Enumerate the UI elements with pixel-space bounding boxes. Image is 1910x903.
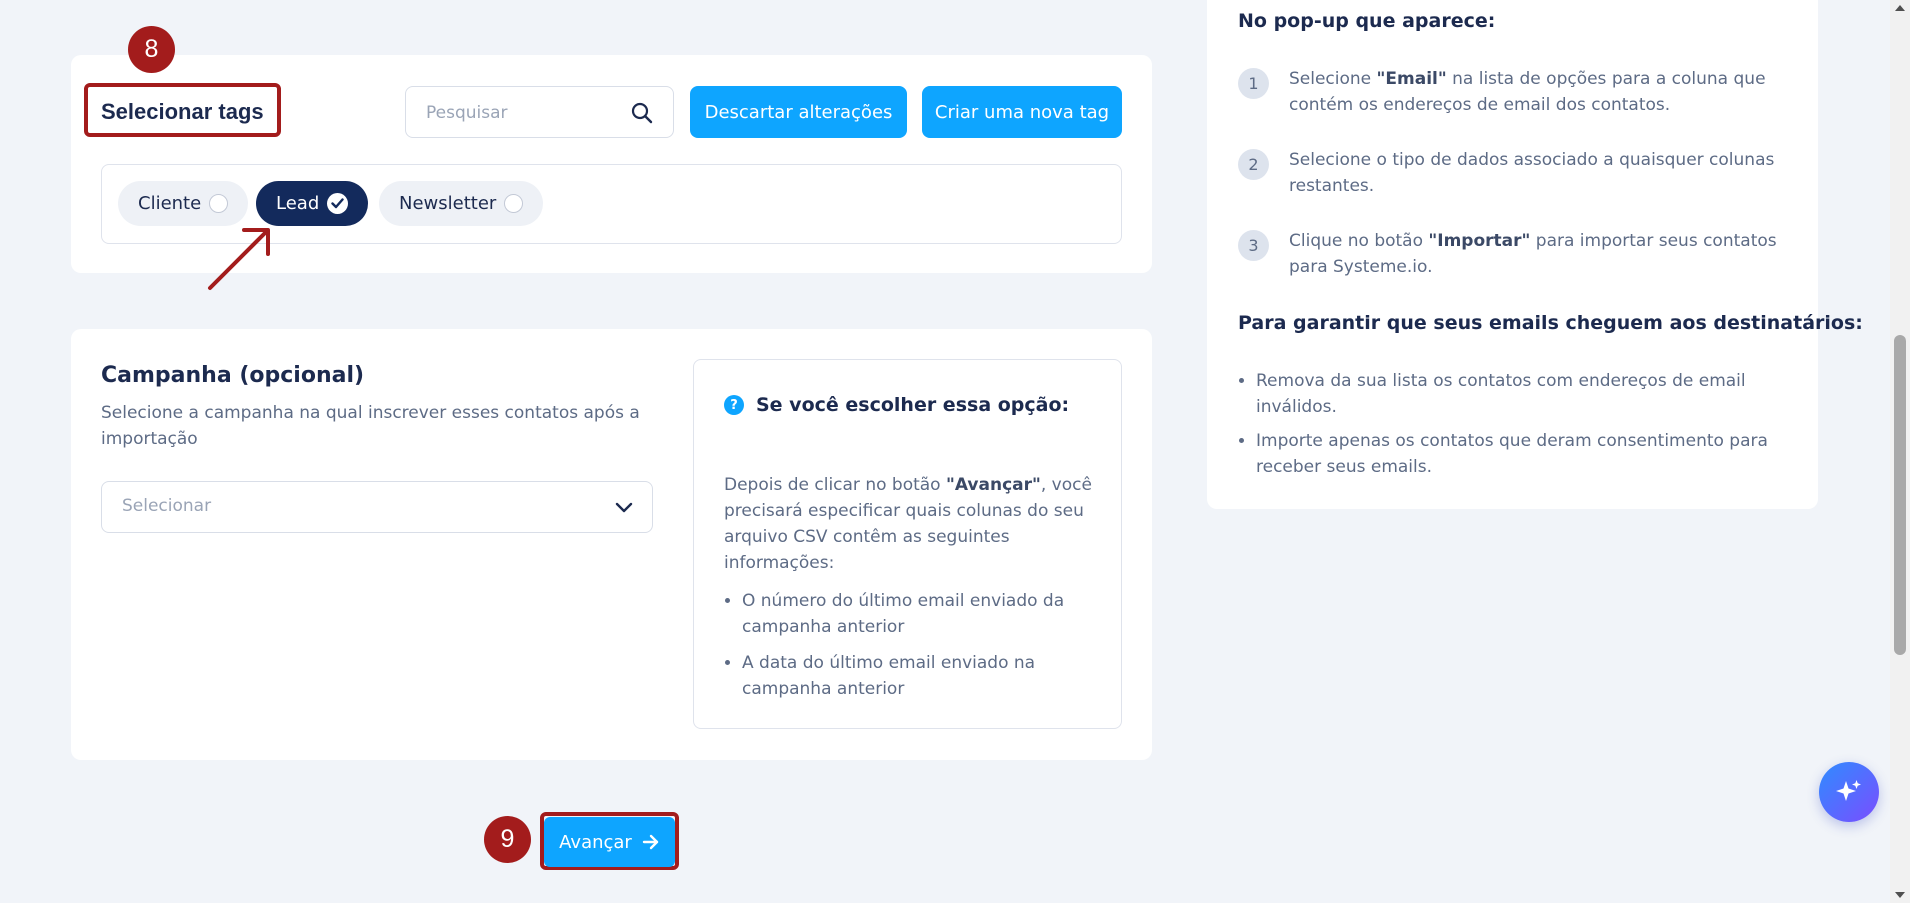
sparkles-icon — [1836, 780, 1861, 801]
step-text-part: Selecione o tipo de dados associado a qu… — [1289, 150, 1775, 196]
annotation-badge-8: 8 — [128, 26, 175, 73]
radio-empty-icon — [209, 194, 229, 213]
popup-heading: No pop-up que aparece: — [1238, 10, 1496, 32]
annotation-arrow-icon — [208, 228, 270, 290]
campaign-title: Campanha (opcional) — [101, 363, 365, 388]
radio-empty-icon — [504, 194, 524, 213]
next-button[interactable]: Avançar — [544, 817, 675, 867]
next-button-label: Avançar — [559, 831, 632, 853]
tag-search-input[interactable] — [426, 101, 626, 125]
delivery-heading: Para garantir que seus emails cheguem ao… — [1238, 312, 1863, 334]
campaign-select-value: Selecionar — [122, 496, 212, 516]
scrollbar-thumb[interactable] — [1894, 335, 1906, 655]
list-item: Remova da sua lista os contatos com ende… — [1256, 368, 1778, 420]
list-item: A data do último email enviado na campan… — [742, 650, 1092, 702]
step-text-part: Selecione — [1289, 69, 1377, 89]
help-step-3: 3 Clique no botão "Importar" para import… — [1238, 228, 1798, 280]
search-icon[interactable] — [631, 102, 653, 128]
question-icon: ? — [724, 395, 744, 415]
tag-chip-label: Cliente — [138, 193, 202, 214]
campaign-info-text: Depois de clicar no botão "Avançar", voc… — [724, 472, 1094, 576]
campaign-select[interactable]: Selecionar — [101, 481, 653, 533]
info-text-bold: "Avançar" — [946, 475, 1041, 495]
list-item: Importe apenas os contatos que deram con… — [1256, 428, 1778, 480]
step-text: Selecione o tipo de dados associado a qu… — [1289, 147, 1798, 199]
campaign-info-heading-text: Se você escolher essa opção: — [756, 394, 1070, 416]
arrow-right-icon — [642, 834, 659, 850]
scroll-up-icon[interactable] — [1895, 5, 1905, 11]
step-text-bold: "Importar" — [1428, 231, 1531, 251]
tag-chip-newsletter[interactable]: Newsletter — [379, 181, 544, 226]
ai-assistant-button[interactable] — [1819, 762, 1879, 822]
tag-chip-label: Newsletter — [399, 193, 497, 214]
campaign-info-list: O número do último email enviado da camp… — [742, 588, 1092, 712]
help-step-1: 1 Selecione "Email" na lista de opções p… — [1238, 66, 1798, 118]
step-text: Selecione "Email" na lista de opções par… — [1289, 66, 1798, 118]
step-text-bold: "Email" — [1376, 69, 1447, 89]
help-step-2: 2 Selecione o tipo de dados associado a … — [1238, 147, 1798, 199]
step-text: Clique no botão "Importar" para importar… — [1289, 228, 1798, 280]
create-tag-button[interactable]: Criar uma nova tag — [922, 86, 1122, 138]
annotation-highlight-tags-title — [84, 83, 281, 137]
page-scrollbar[interactable] — [1890, 0, 1910, 903]
list-item: O número do último email enviado da camp… — [742, 588, 1092, 640]
chevron-down-icon — [614, 498, 634, 522]
step-text-part: Clique no botão — [1289, 231, 1429, 251]
step-number: 3 — [1238, 230, 1269, 261]
annotation-badge-9: 9 — [484, 816, 531, 863]
step-number: 1 — [1238, 68, 1269, 99]
scroll-down-icon[interactable] — [1895, 892, 1905, 898]
step-number: 2 — [1238, 149, 1269, 180]
campaign-description: Selecione a campanha na qual inscrever e… — [101, 403, 640, 449]
discard-changes-button[interactable]: Descartar alterações — [690, 86, 907, 138]
check-circle-icon — [327, 193, 349, 214]
tag-search-box[interactable] — [405, 86, 674, 138]
info-text-part: Depois de clicar no botão — [724, 475, 946, 495]
campaign-info-heading: ? Se você escolher essa opção: — [724, 394, 1069, 416]
delivery-tips-list: Remova da sua lista os contatos com ende… — [1238, 368, 1778, 488]
tag-chip-label: Lead — [276, 193, 320, 214]
